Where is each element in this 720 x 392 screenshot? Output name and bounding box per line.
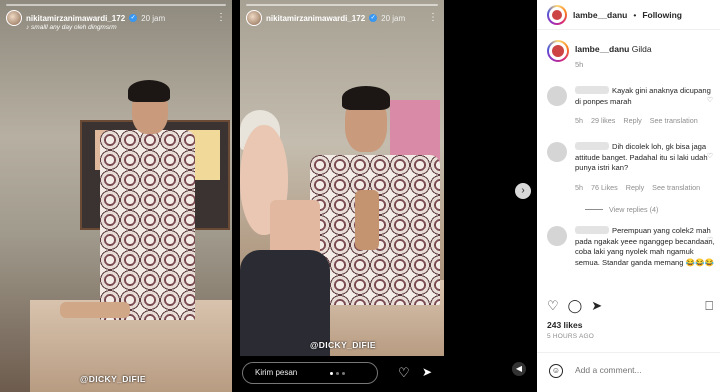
like-story-icon[interactable]: ♡: [398, 366, 410, 379]
caption-username[interactable]: lambe__danu: [575, 44, 629, 54]
reply-button[interactable]: Reply: [623, 116, 641, 125]
watermark: @DICKY_DIFIE: [310, 340, 376, 350]
see-translation-button[interactable]: See translation: [652, 183, 700, 192]
comment-text: Dih dicolek loh, gk bisa jaga attitude b…: [575, 142, 708, 172]
avatar[interactable]: [547, 4, 567, 25]
comment-text: Kayak gini anaknya dicupang di ponpes ma…: [575, 86, 711, 106]
more-icon[interactable]: ⋮: [428, 13, 438, 23]
story-progress-bar: [246, 4, 438, 6]
post-panel: lambe__danu • Following lambe__danu Gild…: [537, 0, 720, 392]
view-replies-button[interactable]: View replies (4): [585, 205, 658, 214]
comment-text: Perempuan yang colek2 mah pada ngakak ye…: [575, 226, 715, 267]
avatar[interactable]: [547, 142, 567, 162]
comment-item: Perempuan yang colek2 mah pada ngakak ye…: [547, 226, 715, 288]
more-icon[interactable]: ⋮: [216, 13, 226, 23]
avatar[interactable]: [547, 226, 567, 246]
view-replies-label: View replies (4): [609, 205, 659, 214]
story-header: nikitamirzanimawardi_172 ✓ 20 jam ⋮: [246, 8, 438, 28]
pagination-dot: [342, 372, 345, 375]
story-time: 20 jam: [381, 13, 406, 23]
story-time: 20 jam: [141, 13, 166, 23]
post-timestamp: 5 HOURS AGO: [547, 333, 594, 340]
comment-like-icon[interactable]: ♡: [707, 96, 713, 104]
avatar[interactable]: [246, 10, 262, 26]
story-username[interactable]: nikitamirzanimawardi_172: [26, 14, 125, 23]
share-icon[interactable]: ➤: [591, 299, 602, 313]
comment-meta: 5h 29 likes Reply See translation: [575, 116, 698, 125]
story-username[interactable]: nikitamirzanimawardi_172: [266, 14, 365, 23]
pagination-dot: [336, 372, 339, 375]
man-hair: [128, 80, 170, 102]
man-hair: [342, 86, 390, 110]
story-progress-bar: [6, 4, 226, 6]
likes-count[interactable]: 243 likes: [547, 320, 582, 330]
comment-like-icon[interactable]: ♡: [707, 236, 713, 244]
story-left[interactable]: nikitamirzanimawardi_172 ✓ 20 jam ⋮ ♪ sm…: [0, 0, 232, 392]
avatar[interactable]: [547, 40, 569, 62]
story-right[interactable]: nikitamirzanimawardi_172 ✓ 20 jam ⋮ @DIC…: [240, 0, 444, 356]
comment-age: 5h: [575, 183, 583, 192]
avatar[interactable]: [6, 10, 22, 26]
like-icon[interactable]: ♡: [547, 299, 559, 313]
reply-input[interactable]: Kirim pesan: [242, 362, 378, 384]
comment-input[interactable]: [575, 365, 705, 375]
avatar[interactable]: [547, 86, 567, 106]
comment-meta: 5h 76 Likes Reply See translation: [575, 183, 700, 192]
reply-placeholder: Kirim pesan: [255, 368, 298, 377]
praying-hands: [355, 190, 379, 250]
send-icon[interactable]: ➤: [422, 366, 432, 379]
emoji-icon[interactable]: ☺: [549, 364, 563, 378]
post-actions: ♡ ◯ ➤ ⎕: [547, 298, 713, 314]
following-button[interactable]: Following: [642, 10, 682, 20]
reply-button[interactable]: Reply: [626, 183, 644, 192]
comment-likes[interactable]: 76 Likes: [591, 183, 618, 192]
story-pagination: [330, 372, 345, 375]
see-translation-button[interactable]: See translation: [650, 116, 698, 125]
pagination-dot: [330, 372, 333, 375]
watermark: @DICKY_DIFIE: [80, 374, 146, 384]
verified-icon: ✓: [129, 14, 138, 22]
verified-icon: ✓: [369, 14, 378, 22]
comment-item: Dih dicolek loh, gk bisa jaga attitude b…: [547, 142, 715, 198]
post-username[interactable]: lambe__danu: [573, 10, 627, 20]
comment-item: Kayak gini anaknya dicupang di ponpes ma…: [547, 86, 715, 130]
mute-icon[interactable]: ◀: [512, 362, 526, 376]
comment-likes[interactable]: 29 likes: [591, 116, 615, 125]
story-music-label[interactable]: ♪ smalll any day oleh dingmsrm: [26, 24, 117, 31]
save-icon[interactable]: ⎕: [705, 299, 713, 313]
divider: [585, 209, 603, 210]
caption-age: 5h: [575, 60, 584, 69]
caption-text: Gilda: [631, 44, 652, 54]
caption: lambe__danu Gilda 5h: [547, 40, 717, 69]
next-arrow-icon[interactable]: ›: [515, 183, 531, 199]
post-header: lambe__danu • Following: [537, 0, 720, 30]
add-comment-bar: ☺: [537, 352, 720, 392]
instagram-screenshot: nikitamirzanimawardi_172 ✓ 20 jam ⋮ ♪ sm…: [0, 0, 720, 392]
comment-icon[interactable]: ◯: [568, 299, 583, 313]
arm: [60, 302, 130, 318]
comment-like-icon[interactable]: ♡: [707, 152, 713, 160]
man-shirt: [100, 130, 195, 320]
separator: •: [633, 9, 637, 20]
comment-age: 5h: [575, 116, 583, 125]
